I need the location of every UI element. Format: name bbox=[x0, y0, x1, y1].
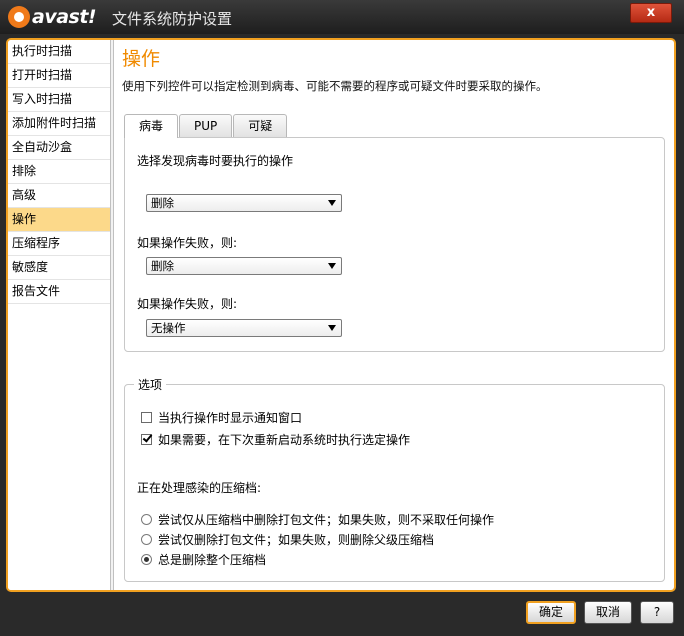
archive-option-label: 总是删除整个压缩档 bbox=[158, 553, 267, 567]
sidebar-item-actions[interactable]: 操作 bbox=[8, 208, 110, 232]
archive-radio-2[interactable] bbox=[141, 534, 152, 545]
chevron-down-icon bbox=[328, 200, 336, 206]
show-notification-option[interactable]: 当执行操作时显示通知窗口 bbox=[141, 409, 302, 426]
sidebar-item-on-write[interactable]: 写入时扫描 bbox=[8, 88, 110, 112]
sidebar: 执行时扫描 打开时扫描 写入时扫描 添加附件时扫描 全自动沙盒 排除 高级 操作… bbox=[8, 40, 110, 590]
sidebar-item-report-file[interactable]: 报告文件 bbox=[8, 280, 110, 304]
title-bar: avast! 文件系统防护设置 x bbox=[0, 0, 684, 34]
sidebar-item-on-attach[interactable]: 添加附件时扫描 bbox=[8, 112, 110, 136]
options-group: 选项 当执行操作时显示通知窗口 如果需要，在下次重新启动系统时执行选定操作 正在… bbox=[124, 376, 665, 582]
archive-option-remove-packed[interactable]: 尝试仅从压缩档中删除打包文件；如果失败，则不采取任何操作 bbox=[141, 511, 494, 528]
fallback-label-1: 如果操作失败，则: bbox=[137, 236, 238, 250]
virus-action-heading: 选择发现病毒时要执行的操作 bbox=[137, 154, 294, 168]
primary-action-value: 删除 bbox=[151, 196, 174, 210]
page-title: 操作 bbox=[122, 48, 161, 70]
primary-action-select[interactable]: 删除 bbox=[146, 194, 342, 212]
window-title: 文件系统防护设置 bbox=[112, 10, 233, 28]
tertiary-action-value: 无操作 bbox=[151, 321, 186, 335]
secondary-action-select[interactable]: 删除 bbox=[146, 257, 342, 275]
fallback-label-2: 如果操作失败，则: bbox=[137, 297, 238, 311]
avast-logo: avast! bbox=[8, 6, 97, 28]
reboot-checkbox[interactable] bbox=[141, 434, 152, 445]
settings-frame: 执行时扫描 打开时扫描 写入时扫描 添加附件时扫描 全自动沙盒 排除 高级 操作… bbox=[6, 38, 676, 592]
virus-actions-panel: 选择发现病毒时要执行的操作 删除 如果操作失败，则: 删除 如果操作失败，则: … bbox=[124, 137, 665, 352]
sidebar-item-on-execute[interactable]: 执行时扫描 bbox=[8, 40, 110, 64]
show-notification-checkbox[interactable] bbox=[141, 412, 152, 423]
options-legend: 选项 bbox=[134, 376, 167, 393]
archive-radio-3[interactable] bbox=[141, 554, 152, 565]
avast-logo-icon bbox=[8, 6, 30, 28]
sidebar-item-advanced[interactable]: 高级 bbox=[8, 184, 110, 208]
archive-option-label: 尝试仅删除打包文件；如果失败，则删除父级压缩档 bbox=[158, 533, 435, 547]
reboot-option[interactable]: 如果需要，在下次重新启动系统时执行选定操作 bbox=[141, 431, 410, 448]
close-button[interactable]: x bbox=[630, 3, 672, 23]
tertiary-action-select[interactable]: 无操作 bbox=[146, 319, 342, 337]
archive-heading: 正在处理感染的压缩档: bbox=[137, 481, 262, 495]
reboot-label: 如果需要，在下次重新启动系统时执行选定操作 bbox=[158, 433, 411, 447]
tab-suspicious[interactable]: 可疑 bbox=[233, 114, 288, 137]
sidebar-item-on-open[interactable]: 打开时扫描 bbox=[8, 64, 110, 88]
tab-pup[interactable]: PUP bbox=[179, 114, 233, 137]
ok-button[interactable]: 确定 bbox=[526, 601, 576, 624]
tab-bar: 病毒 PUP 可疑 bbox=[124, 114, 288, 138]
secondary-action-value: 删除 bbox=[151, 259, 174, 273]
close-icon: x bbox=[646, 5, 656, 20]
sidebar-item-autosandbox[interactable]: 全自动沙盒 bbox=[8, 136, 110, 160]
cancel-button[interactable]: 取消 bbox=[584, 601, 632, 624]
page-description: 使用下列控件可以指定检测到病毒、可能不需要的程序或可疑文件时要采取的操作。 bbox=[122, 79, 548, 93]
sidebar-item-sensitivity[interactable]: 敏感度 bbox=[8, 256, 110, 280]
archive-option-remove-whole[interactable]: 总是删除整个压缩档 bbox=[141, 551, 266, 568]
brand-name: avast! bbox=[32, 6, 97, 28]
archive-option-remove-parent[interactable]: 尝试仅删除打包文件；如果失败，则删除父级压缩档 bbox=[141, 531, 434, 548]
sidebar-item-packers[interactable]: 压缩程序 bbox=[8, 232, 110, 256]
archive-option-label: 尝试仅从压缩档中删除打包文件；如果失败，则不采取任何操作 bbox=[158, 513, 495, 527]
help-button[interactable]: ? bbox=[640, 601, 674, 624]
main-content: 操作 使用下列控件可以指定检测到病毒、可能不需要的程序或可疑文件时要采取的操作。… bbox=[122, 40, 674, 590]
sidebar-splitter[interactable] bbox=[110, 40, 114, 590]
tab-virus[interactable]: 病毒 bbox=[124, 114, 179, 138]
chevron-down-icon bbox=[328, 325, 336, 331]
sidebar-item-exclusions[interactable]: 排除 bbox=[8, 160, 110, 184]
show-notification-label: 当执行操作时显示通知窗口 bbox=[158, 411, 303, 425]
chevron-down-icon bbox=[328, 263, 336, 269]
archive-radio-1[interactable] bbox=[141, 514, 152, 525]
